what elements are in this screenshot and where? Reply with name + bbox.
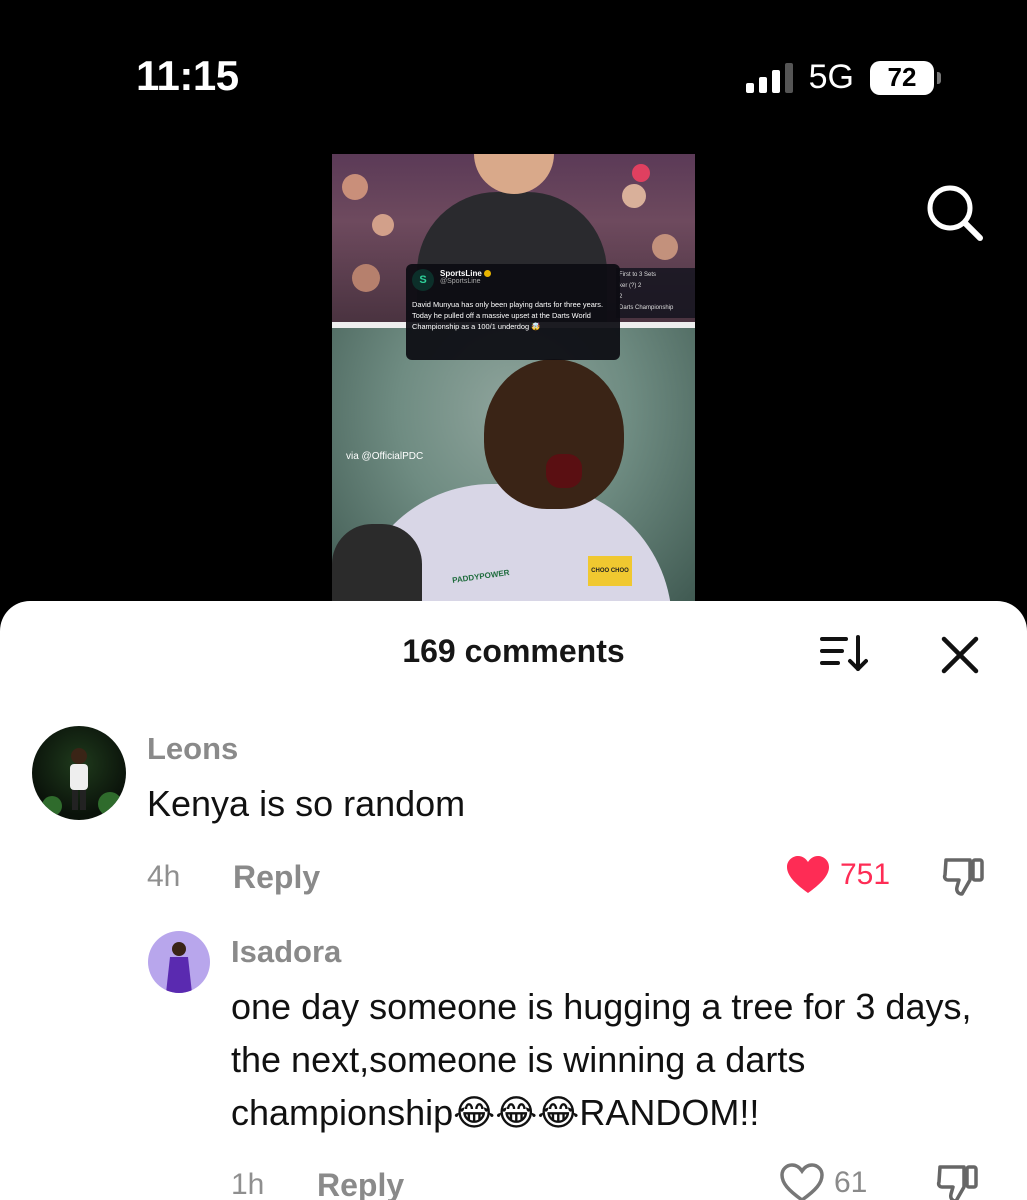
avatar[interactable] [148, 931, 210, 993]
sort-icon[interactable] [820, 633, 868, 673]
avatar[interactable] [32, 726, 126, 820]
comment-time: 4h [147, 860, 181, 893]
scoreboard: First to 3 Sets ker (?) 2 2 Darts Champi… [616, 268, 695, 318]
like-button[interactable]: 61 [780, 1163, 867, 1200]
battery-level: 72 [870, 60, 934, 95]
heart-icon [787, 856, 829, 893]
reply-button[interactable]: Reply [233, 859, 320, 896]
like-count: 751 [840, 858, 891, 891]
video-player[interactable]: PADDYPOWER CHOO CHOO [332, 154, 695, 601]
close-icon[interactable] [938, 633, 982, 677]
like-button[interactable]: 751 [786, 855, 890, 895]
tweet-handle: @SportsLine [440, 278, 481, 285]
comment-text: one day someone is hugging a tree for 3 … [231, 986, 972, 1133]
heart-icon [780, 1163, 824, 1200]
comments-sheet: 169 comments Leons Kenya is so random 4h… [0, 601, 1027, 1200]
tweet-text: David Munyua has only been playing darts… [412, 300, 604, 331]
comment-text: Kenya is so random [147, 783, 466, 824]
tweet-author: SportsLine [440, 269, 482, 278]
shirt-badge: CHOO CHOO [588, 556, 632, 586]
status-indicators: 5G 72 [745, 58, 941, 97]
verified-icon [483, 270, 491, 278]
status-time: 11:15 [136, 52, 239, 99]
comments-count-title: 169 comments [402, 633, 625, 669]
comment-username[interactable]: Leons [147, 731, 238, 767]
battery-icon: 72 [870, 60, 941, 95]
network-label: 5G [808, 58, 854, 96]
comment-username[interactable]: Isadora [231, 934, 341, 970]
search-icon[interactable] [924, 182, 984, 242]
reply-button[interactable]: Reply [317, 1167, 404, 1200]
embedded-tweet: S SportsLine @SportsLine David Munyua ha… [406, 264, 620, 360]
tweet-avatar: S [412, 269, 434, 291]
comment-time: 1h [231, 1168, 265, 1200]
dislike-icon[interactable] [936, 1163, 980, 1200]
signal-icon [745, 62, 793, 93]
like-count: 61 [834, 1166, 868, 1199]
video-credit: via @OfficialPDC [346, 451, 424, 462]
dislike-icon[interactable] [942, 856, 986, 898]
